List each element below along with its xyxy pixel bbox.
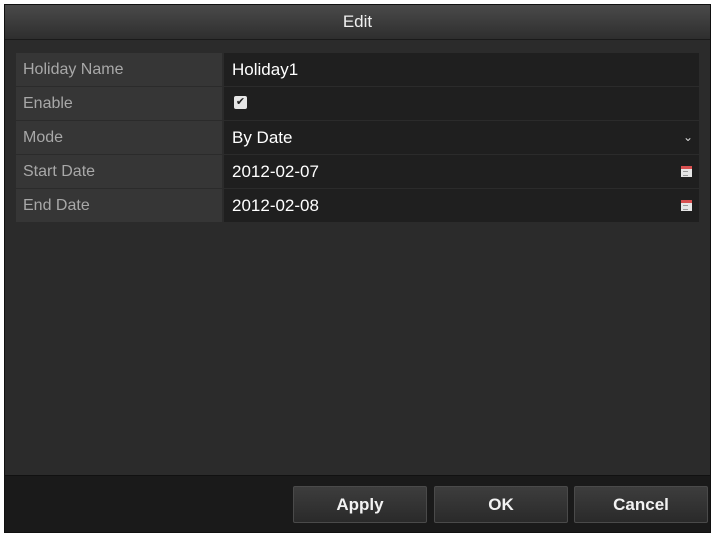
end-date-row: End Date 2012-02-08 <box>16 189 699 222</box>
enable-field: ✔ <box>224 87 699 120</box>
start-date-value: 2012-02-07 <box>232 162 319 181</box>
edit-dialog: Edit Holiday Name Holiday1 Enable ✔ Mode… <box>4 4 711 533</box>
mode-row: Mode By Date ⌄ <box>16 121 699 154</box>
dialog-footer: Apply OK Cancel <box>5 475 710 532</box>
holiday-form: Holiday Name Holiday1 Enable ✔ Mode By D… <box>16 53 699 223</box>
enable-label: Enable <box>16 87 222 120</box>
chevron-down-icon: ⌄ <box>682 130 693 144</box>
mode-value: By Date <box>232 128 293 147</box>
start-date-input[interactable]: 2012-02-07 <box>224 155 699 188</box>
end-date-calendar-icon[interactable] <box>681 200 692 211</box>
start-date-row: Start Date 2012-02-07 <box>16 155 699 188</box>
mode-select[interactable]: By Date ⌄ <box>224 121 699 154</box>
mode-label: Mode <box>16 121 222 154</box>
end-date-value: 2012-02-08 <box>232 196 319 215</box>
holiday-name-input[interactable]: Holiday1 <box>224 53 699 86</box>
ok-button[interactable]: OK <box>434 486 568 523</box>
dialog-title: Edit <box>5 5 710 40</box>
end-date-label: End Date <box>16 189 222 222</box>
cancel-button[interactable]: Cancel <box>574 486 708 523</box>
holiday-name-value: Holiday1 <box>232 60 299 79</box>
apply-button[interactable]: Apply <box>293 486 427 523</box>
end-date-input[interactable]: 2012-02-08 <box>224 189 699 222</box>
holiday-name-label: Holiday Name <box>16 53 222 86</box>
holiday-name-row: Holiday Name Holiday1 <box>16 53 699 86</box>
enable-checkbox[interactable]: ✔ <box>234 96 247 109</box>
start-date-calendar-icon[interactable] <box>681 166 692 177</box>
start-date-label: Start Date <box>16 155 222 188</box>
enable-row: Enable ✔ <box>16 87 699 120</box>
